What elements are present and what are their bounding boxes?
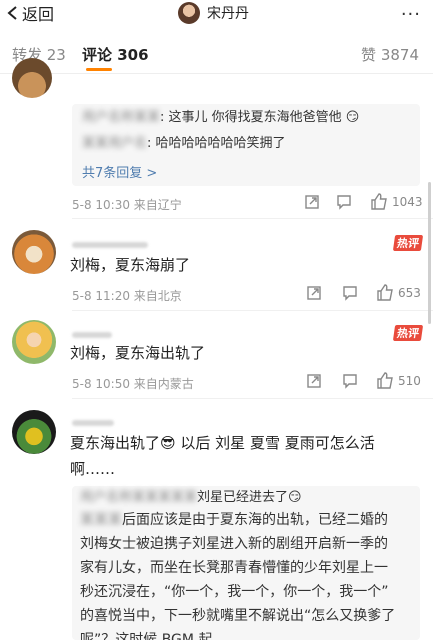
share-icon bbox=[305, 195, 319, 209]
thumbs-up-icon bbox=[377, 372, 393, 389]
scrollbar[interactable] bbox=[428, 182, 431, 324]
tab-active-indicator bbox=[86, 68, 112, 71]
like-button[interactable]: 1043 bbox=[370, 193, 423, 210]
chevron-left-icon bbox=[7, 6, 17, 20]
comment-meta: 5-8 11:20 来自北京 bbox=[72, 289, 182, 303]
like-count: 653 bbox=[398, 285, 421, 300]
share-button[interactable] bbox=[304, 194, 324, 210]
comment-avatar[interactable] bbox=[12, 410, 56, 454]
user-avatar[interactable] bbox=[178, 2, 200, 24]
like-button[interactable]: 510 bbox=[376, 372, 421, 389]
comment-meta: 5-8 10:30 来自辽宁 bbox=[72, 198, 182, 212]
reply-text-line: 某某某后面应该是由于夏东海的出轨，已经二婚的 bbox=[72, 508, 420, 532]
emoji-icon: 😏 bbox=[341, 110, 360, 125]
comment-avatar[interactable] bbox=[12, 230, 56, 274]
back-label: 返回 bbox=[22, 5, 55, 24]
reply-box: 用户名称某某某某某刘星已经进去了😏 某某某后面应该是由于夏东海的出轨，已经二婚的… bbox=[72, 486, 420, 640]
reply-text-line: 呢”？这时候 BGM 起 bbox=[80, 632, 213, 640]
divider bbox=[72, 398, 433, 399]
share-button[interactable] bbox=[306, 285, 326, 301]
reply-text-line: 家有儿女，而坐在长凳那青春懵懂的少年刘星上一 bbox=[80, 560, 388, 576]
comment-avatar[interactable] bbox=[12, 58, 52, 98]
reply-text: 刘星已经进去了😏 bbox=[197, 490, 302, 505]
reply-text: : 这事儿 你得找夏东海他爸管他 bbox=[160, 110, 342, 125]
reply-author[interactable]: 用户名称某某 bbox=[82, 110, 160, 125]
reply-item[interactable]: 某某某后面应该是由于夏东海的出轨，已经二婚的 刘梅女士被迫携子刘星进入新的剧组开… bbox=[72, 508, 420, 640]
comment-text-line: 夏东海出轨了😎 以后 刘星 夏雪 夏雨可怎么活 bbox=[70, 434, 375, 452]
reply-text-line: 的喜悦当中，下一秒就嘴里不解说出“怎么又换爹了 bbox=[80, 608, 396, 624]
divider bbox=[72, 310, 433, 311]
comment-icon bbox=[343, 374, 357, 389]
comment-avatar[interactable] bbox=[12, 320, 56, 364]
reply-text: : 哈哈哈哈哈哈哈笑拥了 bbox=[147, 136, 286, 151]
tab-likes[interactable]: 赞 3874 bbox=[361, 44, 419, 65]
share-icon bbox=[307, 286, 321, 300]
comment-button[interactable] bbox=[336, 194, 356, 210]
comment-icon bbox=[337, 195, 351, 210]
share-icon bbox=[307, 374, 321, 388]
comment-text-line: 啊…… bbox=[70, 460, 116, 478]
comment-button[interactable] bbox=[342, 373, 362, 389]
reply-box: 用户名称某某: 这事儿 你得找夏东海他爸管他 😏 某某用户名: 哈哈哈哈哈哈哈笑… bbox=[72, 104, 420, 186]
reply-item[interactable]: 某某用户名: 哈哈哈哈哈哈哈笑拥了 bbox=[82, 132, 286, 156]
hot-badge: 热评 bbox=[392, 235, 424, 251]
like-count: 1043 bbox=[392, 194, 423, 209]
tab-bar: 转发 23 评论 306 赞 3874 bbox=[0, 34, 433, 74]
reply-text-line: 刘梅女士被迫携子刘星进入新的剧组开启新一季的 bbox=[80, 536, 388, 552]
hot-badge: 热评 bbox=[392, 325, 424, 341]
share-button[interactable] bbox=[306, 373, 326, 389]
back-button[interactable]: 返回 bbox=[6, 2, 54, 24]
reply-item[interactable]: 用户名称某某: 这事儿 你得找夏东海他爸管他 😏 bbox=[82, 106, 359, 130]
comment-text: 刘梅，夏东海崩了 bbox=[70, 256, 191, 274]
reply-author[interactable]: 某某用户名 bbox=[82, 136, 147, 151]
top-bar: 返回 宋丹丹 ··· bbox=[0, 0, 433, 28]
user-name: 宋丹丹 bbox=[207, 6, 249, 22]
comment-author[interactable] bbox=[72, 420, 114, 426]
like-count: 510 bbox=[398, 373, 421, 388]
view-more-replies-link[interactable]: 共7条回复 > bbox=[82, 162, 157, 181]
comment-author[interactable] bbox=[72, 332, 112, 338]
reply-author[interactable]: 用户名称某某某某某 bbox=[80, 490, 197, 505]
thumbs-up-icon bbox=[377, 284, 393, 301]
divider bbox=[72, 218, 433, 219]
reply-item[interactable]: 用户名称某某某某某刘星已经进去了😏 bbox=[80, 486, 302, 510]
reply-text-line: 秒还沉浸在，“你一个，我一个，你一个，我一个” bbox=[80, 584, 389, 600]
comment-meta: 5-8 10:50 来自内蒙古 bbox=[72, 377, 194, 391]
tab-comments[interactable]: 评论 306 bbox=[82, 44, 149, 65]
reply-text: 后面应该是由于夏东海的出轨，已经二婚的 bbox=[122, 512, 388, 528]
comment-text: 刘梅，夏东海出轨了 bbox=[70, 344, 206, 362]
comment-button[interactable] bbox=[342, 285, 362, 301]
user-header[interactable]: 宋丹丹 bbox=[178, 2, 249, 24]
thumbs-up-icon bbox=[371, 193, 387, 210]
comment-text: 夏东海出轨了😎 以后 刘星 夏雪 夏雨可怎么活 啊…… bbox=[70, 430, 375, 482]
like-button[interactable]: 653 bbox=[376, 284, 421, 301]
reply-author[interactable]: 某某某 bbox=[80, 512, 122, 528]
comment-icon bbox=[343, 286, 357, 301]
comment-author[interactable] bbox=[72, 242, 148, 248]
more-icon[interactable]: ··· bbox=[401, 4, 421, 25]
